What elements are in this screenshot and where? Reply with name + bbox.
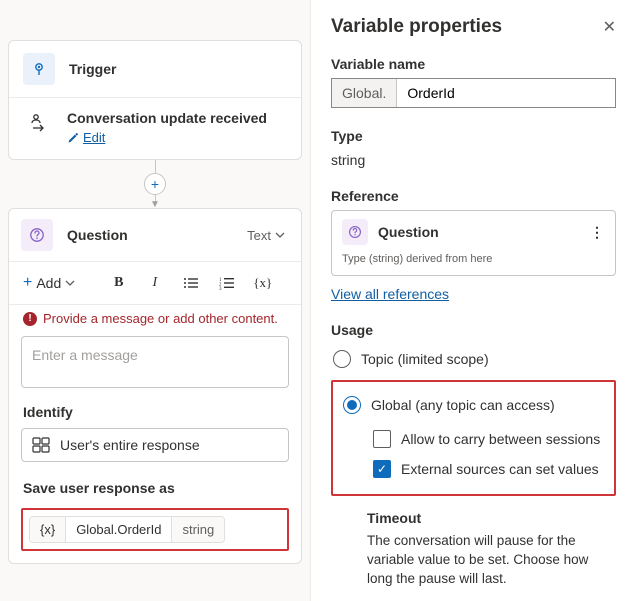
chevron-down-icon [275,230,285,240]
conversation-update-icon [27,110,53,132]
identify-value: User's entire response [60,437,200,453]
question-title: Question [67,227,243,243]
variable-name-label: Variable name [331,56,616,72]
rich-text-toolbar: + Add B I 123 {x} [9,262,301,305]
canvas: Trigger Conversation update received Edi… [0,0,310,601]
arrow-icon: ▼ [150,202,160,208]
reference-card[interactable]: Question ⋮ Type (string) derived from he… [331,210,616,276]
usage-global-highlight: Global (any topic can access) Allow to c… [331,380,616,496]
save-response-label: Save user response as [9,476,301,504]
type-label: Type [331,128,616,144]
italic-button[interactable]: I [142,270,168,296]
variable-chip-type: string [172,517,224,542]
usage-global-option[interactable]: Global (any topic can access) [343,390,604,420]
entity-icon [32,437,50,453]
usage-label: Usage [331,322,616,338]
trigger-body: Conversation update received Edit [9,98,301,159]
more-button[interactable]: ⋮ [590,224,605,241]
trigger-event-block: Conversation update received Edit [67,110,267,145]
question-type-dropdown[interactable]: Text [243,226,289,245]
validation-error: ! Provide a message or add other content… [9,305,301,332]
trigger-header[interactable]: Trigger [9,41,301,98]
timeout-label: Timeout [367,510,616,526]
variable-chip[interactable]: {x} Global.OrderId string [29,516,225,543]
variable-properties-panel: Variable properties ✕ Variable name Glob… [310,0,636,601]
connector: + ▼ [0,160,310,208]
close-button[interactable]: ✕ [603,17,616,37]
timeout-section: Timeout The conversation will pause for … [331,510,616,589]
radio-checked-icon [343,396,361,414]
pencil-icon [67,132,79,144]
identify-selector[interactable]: User's entire response [21,428,289,462]
error-icon: ! [23,312,37,326]
carry-between-sessions-option[interactable]: Allow to carry between sessions [373,424,604,454]
reference-label: Reference [331,188,616,204]
add-label: Add [36,275,61,291]
error-text: Provide a message or add other content. [43,311,278,326]
reference-title: Question [378,224,580,240]
svg-text:3: 3 [219,287,222,290]
variable-chip-name: Global.OrderId [66,517,172,542]
bold-button[interactable]: B [106,270,132,296]
plus-icon: + [23,274,32,292]
question-icon [342,219,368,245]
trigger-title: Trigger [69,61,116,77]
checkbox-icon [373,430,391,448]
trigger-card: Trigger Conversation update received Edi… [8,40,302,160]
usage-topic-option[interactable]: Topic (limited scope) [331,344,616,374]
bullet-list-button[interactable] [178,270,204,296]
trigger-event-text: Conversation update received [67,110,267,126]
carry-label: Allow to carry between sessions [401,431,600,447]
external-label: External sources can set values [401,461,599,477]
identify-label: Identify [9,400,301,428]
usage-global-label: Global (any topic can access) [371,397,555,413]
timeout-description: The conversation will pause for the vari… [367,532,616,589]
numbered-list-button[interactable]: 123 [214,270,240,296]
chevron-down-icon [65,278,75,288]
view-all-references-link[interactable]: View all references [331,286,449,302]
question-type-label: Text [247,228,271,243]
add-content-button[interactable]: + Add [19,272,79,294]
type-value: string [331,150,616,188]
external-sources-option[interactable]: ✓ External sources can set values [373,454,604,484]
variable-name-field: Global. [331,78,616,108]
insert-variable-button[interactable]: {x} [250,270,276,296]
usage-topic-label: Topic (limited scope) [361,351,489,367]
trigger-icon [23,53,55,85]
edit-trigger[interactable]: Edit [67,130,267,145]
variable-icon: {x} [30,517,66,542]
message-input[interactable]: Enter a message [21,336,289,388]
add-node-button[interactable]: + [144,173,166,195]
question-card: Question Text + Add B I 123 {x} [8,208,302,564]
checkbox-checked-icon: ✓ [373,460,391,478]
reference-subtitle: Type (string) derived from here [342,253,605,265]
save-response-highlight: {x} Global.OrderId string [21,508,289,551]
variable-name-input[interactable] [397,79,615,107]
question-header[interactable]: Question Text [9,209,301,262]
variable-scope-prefix: Global. [332,79,397,107]
edit-link[interactable]: Edit [83,130,105,145]
panel-title: Variable properties [331,16,502,38]
radio-icon [333,350,351,368]
question-icon [21,219,53,251]
